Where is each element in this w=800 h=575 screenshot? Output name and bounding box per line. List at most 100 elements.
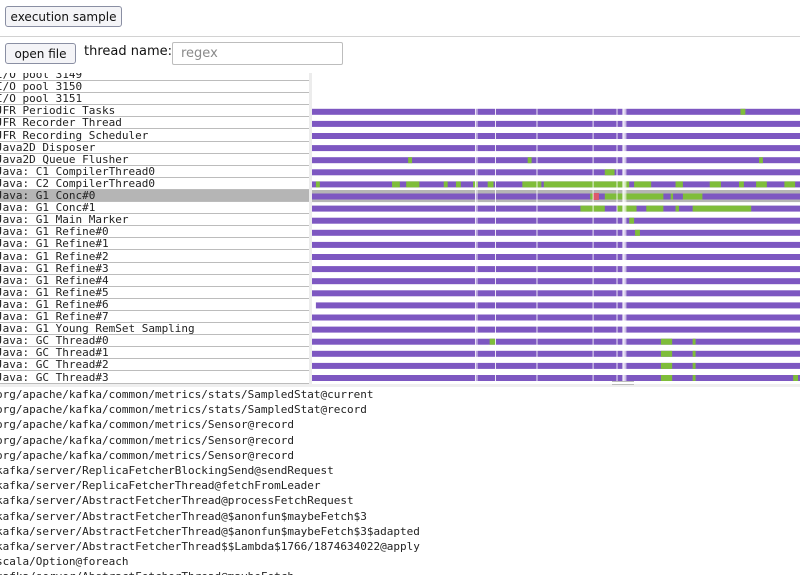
sample-segment	[740, 108, 746, 115]
thread-name-row[interactable]: Java: G1 Refine#0	[0, 226, 309, 239]
thread-name-row[interactable]: I/O pool 3149	[0, 73, 309, 81]
sample-segment	[660, 375, 673, 381]
sample-segment	[443, 181, 448, 188]
timeline-gap	[616, 103, 618, 384]
thread-activity-bar	[312, 217, 800, 224]
top-toolbar: execution sample	[0, 0, 800, 37]
sample-segment	[527, 157, 532, 164]
sample-segment	[604, 193, 664, 200]
stack-frame: org/apache/kafka/common/metrics/Sensor@r…	[0, 433, 295, 447]
stack-frame: kafka/server/AbstractFetcherThread@proce…	[0, 494, 354, 508]
sample-segment	[692, 338, 696, 345]
thread-name-row[interactable]: Java: G1 Young RemSet Sampling	[0, 323, 309, 336]
sample-segment	[580, 205, 605, 212]
stack-frame: kafka/server/AbstractFetcherThread@maybe…	[0, 569, 800, 575]
thread-name-row[interactable]: I/O pool 3151	[0, 93, 309, 106]
thread-activity-bar	[312, 362, 800, 369]
thread-name-row[interactable]: Java2D Disposer	[0, 142, 309, 154]
selected-sample-marker	[593, 193, 599, 200]
thread-activity-bar	[315, 302, 800, 309]
thread-name-row[interactable]: Java: GC Thread#0	[0, 335, 309, 348]
thread-name-list[interactable]: I/O pool 3149 I/O pool 3150 I/O pool 3151 J…	[0, 73, 309, 384]
sample-segment	[759, 157, 763, 164]
sample-segment	[489, 338, 496, 345]
thread-name-row[interactable]: Java: GC Thread#3	[0, 372, 309, 384]
sample-segment	[692, 205, 752, 212]
stack-frame: kafka/server/AbstractFetcherThread$$Lamb…	[0, 539, 420, 553]
thread-name-row[interactable]: Java: C2 CompilerThread0	[0, 178, 309, 190]
sample-segment	[315, 181, 320, 188]
sample-segment	[675, 181, 683, 188]
timeline-gap	[495, 103, 496, 384]
sample-segment	[408, 157, 413, 164]
timeline-gap	[474, 103, 476, 384]
sample-segment	[455, 181, 461, 188]
sample-segment	[739, 181, 744, 188]
timeline-gap	[625, 103, 627, 384]
sample-segment	[392, 181, 400, 188]
thread-activity-bar	[312, 241, 800, 248]
sample-segment	[784, 181, 796, 188]
timeline-canvas[interactable]	[312, 73, 800, 384]
splitter-grip-icon[interactable]	[612, 381, 634, 385]
thread-activity-bar	[312, 254, 800, 260]
thread-name-row[interactable]: Java: G1 Refine#6	[0, 299, 309, 311]
stack-frame: scala/Option@foreach	[0, 555, 129, 569]
thread-name-row[interactable]: Java: C1 CompilerThread0	[0, 166, 309, 178]
stack-frame: org/apache/kafka/common/metrics/stats/Sa…	[0, 388, 374, 401]
thread-activity-bar	[312, 375, 800, 381]
thread-name-row[interactable]: Java: G1 Conc#0	[0, 190, 309, 202]
stack-frame: kafka/server/ReplicaFetcherThread@fetchF…	[0, 479, 321, 493]
thread-name-row[interactable]: I/O pool 3150	[0, 81, 309, 94]
sample-segment	[635, 229, 640, 236]
sample-segment	[692, 350, 696, 357]
thread-name-row[interactable]: Java: G1 Refine#3	[0, 263, 309, 275]
thread-activity-bar	[312, 229, 800, 236]
sample-segment	[793, 375, 799, 381]
sample-segment	[660, 362, 673, 369]
thread-name-row[interactable]: Java2D Queue Flusher	[0, 154, 309, 166]
thread-name-row[interactable]: Java: G1 Main Marker	[0, 214, 309, 227]
timeline-gap	[476, 103, 478, 384]
stack-frame: kafka/server/ReplicaFetcherBlockingSend@…	[0, 463, 334, 477]
thread-activity-bar	[312, 193, 800, 200]
thread-name-row[interactable]: Java: G1 Refine#7	[0, 311, 309, 323]
thread-timeline[interactable]	[312, 73, 800, 384]
thread-name-row[interactable]: Java: G1 Refine#5	[0, 287, 309, 299]
stack-frame: kafka/server/AbstractFetcherThread@$anon…	[0, 524, 420, 538]
sample-segment	[660, 338, 673, 345]
thread-activity-bar	[312, 169, 800, 176]
thread-name-row[interactable]: Java: G1 Conc#1	[0, 202, 309, 215]
thread-activity-bar	[312, 326, 800, 333]
thread-name-row[interactable]: JFR Recorder Thread	[0, 117, 309, 130]
sample-segment	[670, 193, 674, 200]
sample-segment	[406, 181, 420, 188]
sample-segment	[660, 350, 673, 357]
open-file-button[interactable]: open file	[5, 43, 76, 64]
stack-frame: org/apache/kafka/common/metrics/Sensor@r…	[0, 418, 295, 432]
sample-segment	[487, 181, 494, 188]
sample-segment	[522, 181, 542, 188]
thread-name-row[interactable]: Java: GC Thread#2	[0, 359, 309, 372]
thread-name-row[interactable]: Java: G1 Refine#2	[0, 251, 309, 263]
thread-activity-bar	[312, 350, 800, 357]
thread-name-row[interactable]: Java: GC Thread#1	[0, 347, 309, 360]
sample-segment	[692, 362, 696, 369]
thread-name-filter-input[interactable]	[172, 42, 343, 65]
timeline-gap	[592, 103, 594, 384]
sample-segment	[646, 205, 664, 212]
sample-segment	[675, 205, 679, 212]
thread-name-label: thread name:	[84, 44, 172, 59]
thread-activity-bar	[312, 120, 800, 127]
thread-name-row[interactable]: JFR Periodic Tasks	[0, 105, 309, 118]
sample-segment	[604, 169, 615, 176]
sample-segment	[629, 217, 635, 224]
thread-activity-bar	[312, 157, 800, 164]
stack-frame: org/apache/kafka/common/metrics/Sensor@r…	[0, 448, 295, 462]
execution-sample-tab-button[interactable]: execution sample	[5, 6, 122, 27]
sample-segment	[682, 193, 703, 200]
thread-name-row[interactable]: Java: G1 Refine#4	[0, 275, 309, 287]
thread-name-row[interactable]: JFR Recording Scheduler	[0, 130, 309, 142]
stack-frame: org/apache/kafka/common/metrics/stats/Sa…	[0, 403, 367, 417]
thread-name-row[interactable]: Java: G1 Refine#1	[0, 238, 309, 251]
